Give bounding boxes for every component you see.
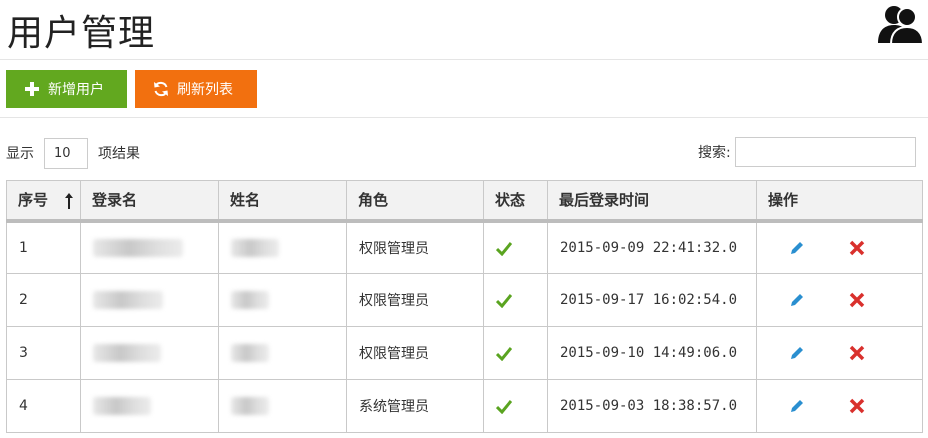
column-header-name[interactable]: 姓名: [218, 180, 347, 223]
row-actions: [756, 326, 923, 380]
row-status: [483, 273, 548, 327]
refresh-list-button[interactable]: 刷新列表: [135, 70, 257, 108]
column-header-last-login[interactable]: 最后登录时间: [547, 180, 757, 223]
delete-icon[interactable]: [849, 345, 865, 361]
page-title: 用户管理: [7, 13, 156, 54]
row-index: 4: [6, 379, 81, 433]
check-icon: [496, 347, 512, 361]
row-role: 权限管理员: [346, 273, 484, 327]
table-row: 3 权限管理员 2015-09-10 14:49:06.0: [6, 326, 923, 380]
row-actions: [756, 220, 923, 274]
row-index: 2: [6, 273, 81, 327]
sort-asc-icon: [65, 193, 73, 209]
refresh-list-label: 刷新列表: [177, 82, 233, 98]
refresh-icon: [154, 81, 168, 97]
row-role: 系统管理员: [346, 379, 484, 433]
delete-icon[interactable]: [849, 292, 865, 308]
page-header: 用户管理: [0, 0, 928, 60]
table-row: 2 权限管理员 2015-09-17 16:02:54.0: [6, 273, 923, 327]
row-last-login: 2015-09-10 14:49:06.0: [547, 326, 757, 380]
edit-icon[interactable]: [789, 240, 805, 256]
edit-icon[interactable]: [789, 345, 805, 361]
row-login-redacted: [80, 273, 219, 327]
length-prefix: 显示: [6, 146, 34, 162]
row-name-redacted: [218, 326, 347, 380]
column-header-login[interactable]: 登录名: [80, 180, 219, 223]
column-header-status[interactable]: 状态: [483, 180, 548, 223]
row-login-redacted: [80, 220, 219, 274]
row-last-login: 2015-09-17 16:02:54.0: [547, 273, 757, 327]
check-icon: [496, 400, 512, 414]
row-actions: [756, 273, 923, 327]
length-suffix: 项结果: [98, 146, 140, 162]
plus-icon: [25, 82, 39, 96]
page-length-input[interactable]: [44, 137, 88, 169]
check-icon: [496, 294, 512, 308]
row-actions: [756, 379, 923, 433]
row-name-redacted: [218, 220, 347, 274]
add-user-label: 新增用户: [48, 82, 104, 98]
row-login-redacted: [80, 326, 219, 380]
edit-icon[interactable]: [789, 398, 805, 414]
row-status: [483, 379, 548, 433]
search-control: 搜索:: [698, 137, 916, 167]
row-index: 3: [6, 326, 81, 380]
users-table: 序号 登录名 姓名 角色 状态 最后登录时间 操作 1 权限管理员 2015-0…: [6, 180, 923, 433]
delete-icon[interactable]: [849, 398, 865, 414]
row-login-redacted: [80, 379, 219, 433]
table-row: 1 权限管理员 2015-09-09 22:41:32.0: [6, 220, 923, 274]
column-header-actions: 操作: [756, 180, 923, 223]
row-role: 权限管理员: [346, 326, 484, 380]
search-input[interactable]: [734, 137, 916, 167]
row-last-login: 2015-09-03 18:38:57.0: [547, 379, 757, 433]
page-length-control: 显示 项结果: [6, 137, 140, 169]
toolbar: 新增用户 刷新列表: [0, 60, 928, 118]
check-icon: [496, 241, 512, 256]
row-index: 1: [6, 220, 81, 274]
row-name-redacted: [218, 273, 347, 327]
users-icon: [878, 6, 924, 45]
row-last-login: 2015-09-09 22:41:32.0: [547, 220, 757, 274]
edit-icon[interactable]: [789, 292, 805, 308]
table-header-row: 序号 登录名 姓名 角色 状态 最后登录时间 操作: [6, 180, 923, 223]
column-header-role[interactable]: 角色: [346, 180, 484, 223]
search-label: 搜索:: [698, 145, 731, 161]
row-status: [483, 326, 548, 380]
row-role: 权限管理员: [346, 220, 484, 274]
row-status: [483, 220, 548, 274]
column-header-index[interactable]: 序号: [6, 180, 81, 223]
delete-icon[interactable]: [849, 240, 865, 256]
table-row: 4 系统管理员 2015-09-03 18:38:57.0: [6, 379, 923, 433]
add-user-button[interactable]: 新增用户: [6, 70, 127, 108]
row-name-redacted: [218, 379, 347, 433]
